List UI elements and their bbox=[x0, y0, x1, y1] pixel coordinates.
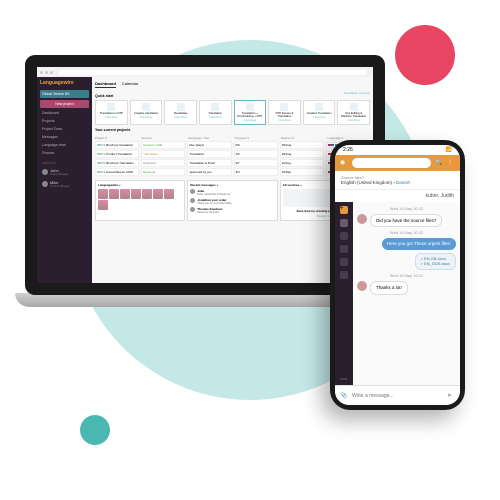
chat-area: Wed 11 May 10:22 Did you have the source… bbox=[353, 202, 460, 385]
table-row[interactable]: 98070 Brochure TranslationReleasedTransl… bbox=[95, 159, 370, 167]
avatar[interactable] bbox=[98, 200, 108, 210]
send-icon[interactable]: ➤ bbox=[447, 392, 455, 400]
rail-icon[interactable] bbox=[340, 232, 348, 240]
service-card[interactable]: Creative Translation2 last times bbox=[303, 100, 336, 125]
table-header: Project ▾ServiceLanguage / SortProgress … bbox=[95, 136, 370, 140]
projects-heading: Your current projects bbox=[95, 128, 370, 132]
service-card[interactable]: Translation5 last times bbox=[199, 100, 232, 125]
quickstart-heading: Quick start bbox=[95, 94, 113, 98]
service-card[interactable]: Translation + Proofreading + DTP3 last t… bbox=[234, 100, 267, 125]
card-icon bbox=[211, 103, 219, 111]
rail-add-icon[interactable]: + bbox=[340, 206, 348, 214]
service-card[interactable]: Revalidate2 last times bbox=[164, 100, 197, 125]
rail-icon[interactable] bbox=[340, 258, 348, 266]
avatar bbox=[190, 189, 195, 194]
message-input[interactable] bbox=[352, 393, 443, 399]
avatar[interactable] bbox=[109, 189, 119, 199]
date-divider: Wed 12 May 10:12 bbox=[357, 273, 456, 278]
workspace-selector[interactable]: Global Search B2 bbox=[40, 90, 89, 98]
avatar bbox=[190, 207, 195, 212]
mobile-rail: + CON. bbox=[335, 202, 353, 385]
tab-dashboard[interactable]: Dashboard bbox=[95, 80, 116, 88]
sidebar: Languagewire Global Search B2 New projec… bbox=[37, 77, 92, 283]
attach-icon[interactable]: 📎 bbox=[340, 392, 348, 400]
avatar[interactable] bbox=[131, 189, 141, 199]
chat-bubble: Thanks a lot! bbox=[370, 281, 408, 294]
url-bar[interactable] bbox=[59, 70, 366, 75]
brand-logo: Languagewire bbox=[40, 80, 89, 86]
browser-chrome bbox=[37, 67, 373, 77]
nav-messages[interactable]: Messages bbox=[40, 134, 89, 140]
attachment-bubble[interactable]: > EN.GB.docx> EN_GDS.docx bbox=[415, 253, 456, 271]
message-item[interactable]: Jonathan your orderThank you for your or… bbox=[190, 198, 274, 205]
messages-panel: Recent messages + JulieHello I would lik… bbox=[187, 180, 277, 221]
search-input[interactable] bbox=[352, 158, 431, 168]
rail-icon[interactable] bbox=[340, 271, 348, 279]
mobile-header: ◉ 🔍 ⋮ bbox=[335, 155, 460, 171]
avatar bbox=[357, 214, 367, 224]
rail-icon[interactable] bbox=[340, 245, 348, 253]
service-card[interactable]: DTP license & Translation3 last times bbox=[268, 100, 301, 125]
nav-projects[interactable]: Projects bbox=[40, 118, 89, 124]
sidebar-section: SUPPORT bbox=[40, 161, 89, 165]
table-row[interactable]: 98072 Product TranslationTranslationTran… bbox=[95, 150, 370, 158]
date-divider: Wed 11 May 10:32 bbox=[357, 230, 456, 235]
status-bar: 2:26 📶 bbox=[335, 145, 460, 155]
card-icon bbox=[246, 103, 254, 111]
date-divider: Wed 11 May 10:22 bbox=[357, 206, 456, 211]
avatar[interactable] bbox=[164, 189, 174, 199]
avatar[interactable] bbox=[153, 189, 163, 199]
avatar[interactable] bbox=[120, 189, 130, 199]
contact-name: kuber, Judith bbox=[335, 190, 460, 202]
services-link[interactable]: Translation services bbox=[343, 91, 370, 100]
card-icon bbox=[280, 103, 288, 111]
message-composer: 📎 ➤ bbox=[335, 385, 460, 405]
avatar bbox=[190, 198, 195, 203]
rail-icon[interactable] bbox=[340, 219, 348, 227]
context-bar[interactable]: Source files? English (United Kingdom) ›… bbox=[335, 171, 460, 190]
card-icon bbox=[177, 103, 185, 111]
service-card[interactable]: Translation to DTP5 last times bbox=[95, 100, 128, 125]
avatar bbox=[357, 281, 367, 291]
nav-language[interactable]: Language desk bbox=[40, 142, 89, 148]
message-item[interactable]: JulieHello I would like to thank you bbox=[190, 189, 274, 196]
tab-calendar[interactable]: Calendar bbox=[122, 80, 138, 88]
message-item[interactable]: Thomas KnudsenPlease let me know bbox=[190, 207, 274, 214]
logo-icon: ◉ bbox=[340, 159, 348, 167]
phone-device: 2:26 📶 ◉ 🔍 ⋮ Source files? English (Unit… bbox=[330, 140, 465, 410]
avatar bbox=[42, 181, 48, 187]
nav-team[interactable]: Project Team bbox=[40, 126, 89, 132]
chat-bubble: Did you have the source files? bbox=[370, 214, 442, 227]
chat-bubble: Here you go! These urgent files: bbox=[382, 238, 456, 249]
team-panel: Languagewire + bbox=[95, 180, 185, 221]
nav-dashboard[interactable]: Dashboard bbox=[40, 110, 89, 116]
card-icon bbox=[142, 103, 150, 111]
support-user[interactable]: MikeAccount Manager bbox=[40, 179, 89, 189]
card-icon bbox=[315, 103, 323, 111]
service-card[interactable]: Text Editing & Machine Translation2 last… bbox=[337, 100, 370, 125]
avatar[interactable] bbox=[98, 189, 108, 199]
new-project-button[interactable]: New project bbox=[40, 100, 89, 108]
card-icon bbox=[350, 103, 358, 111]
service-card[interactable]: Creative translation3 last times bbox=[130, 100, 163, 125]
avatar[interactable] bbox=[142, 189, 152, 199]
search-icon[interactable]: 🔍 bbox=[435, 159, 443, 167]
signal-icon: 📶 bbox=[446, 147, 452, 153]
table-row[interactable]: 98073 Brochure translationContent / draf… bbox=[95, 141, 370, 149]
nav-finance[interactable]: Finance bbox=[40, 150, 89, 156]
support-user[interactable]: JohnProject Manager bbox=[40, 167, 89, 177]
rail-label: CON. bbox=[340, 377, 348, 381]
avatar bbox=[42, 169, 48, 175]
menu-icon[interactable]: ⋮ bbox=[447, 159, 455, 167]
card-icon bbox=[107, 103, 115, 111]
table-row[interactable]: 98073 Annual Report 2018RevenueApproved … bbox=[95, 168, 370, 176]
